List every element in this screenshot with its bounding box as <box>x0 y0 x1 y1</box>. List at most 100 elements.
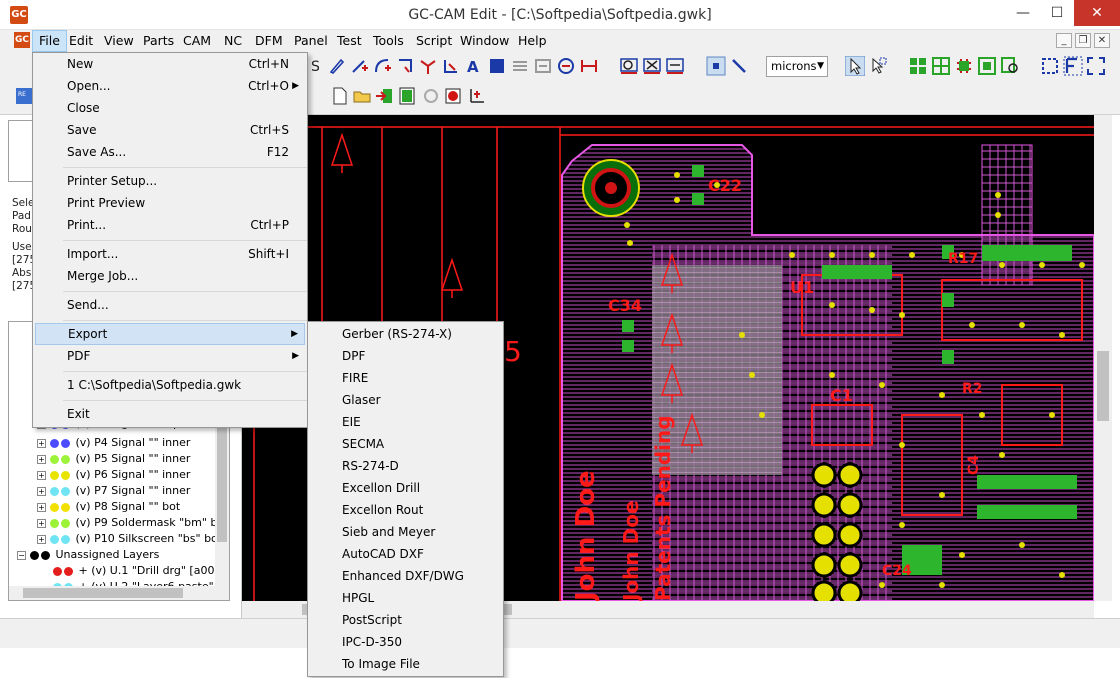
line-mode-icon[interactable] <box>729 56 749 76</box>
corner-icon[interactable] <box>441 56 461 76</box>
branch-icon[interactable] <box>418 56 438 76</box>
menu-script[interactable]: Script <box>410 30 458 52</box>
menu-edit[interactable]: Edit <box>63 30 99 52</box>
document-close-button[interactable]: ✕ <box>1094 33 1110 48</box>
export-item-sieb-meyer[interactable]: Sieb and Meyer <box>310 521 501 543</box>
zoom-previous-icon[interactable] <box>665 56 685 76</box>
minimize-button[interactable]: — <box>1006 0 1040 26</box>
select-pointer-icon[interactable] <box>845 56 865 76</box>
export-item-ipc-d-350[interactable]: IPC-D-350 <box>310 631 501 653</box>
expand-icon[interactable]: + <box>37 534 46 544</box>
pad-icon[interactable] <box>977 56 997 76</box>
export-item-gerber[interactable]: Gerber (RS-274-X) <box>310 323 501 345</box>
expand-icon[interactable]: + <box>37 518 46 528</box>
measure-icon[interactable] <box>579 56 599 76</box>
snap-grid-icon[interactable] <box>706 56 726 76</box>
menu-item-export[interactable]: Export ▶ <box>35 323 305 345</box>
stripes-icon[interactable] <box>510 56 530 76</box>
menu-item-send[interactable]: Send... <box>35 294 305 316</box>
export-item-image-file[interactable]: To Image File <box>310 653 501 675</box>
tree-row-layer[interactable]: + (v) P7 Signal "" inner <box>37 483 190 499</box>
export-item-postscript[interactable]: PostScript <box>310 609 501 631</box>
export-item-rs274d[interactable]: RS-274-D <box>310 455 501 477</box>
add-arc-icon[interactable] <box>373 56 393 76</box>
menu-dfm[interactable]: DFM <box>249 30 289 52</box>
menu-item-print[interactable]: Print... Ctrl+P <box>35 214 305 236</box>
export-item-enhanced-dxf[interactable]: Enhanced DXF/DWG <box>310 565 501 587</box>
menu-help[interactable]: Help <box>512 30 553 52</box>
tree-row-layer[interactable]: + (v) P8 Signal "" bot <box>37 499 180 515</box>
expand-icon[interactable]: + <box>37 438 46 448</box>
refresh-icon[interactable] <box>421 86 441 106</box>
export-item-excellon-drill[interactable]: Excellon Drill <box>310 477 501 499</box>
tree-row-layer[interactable]: + (v) P4 Signal "" inner <box>37 435 190 451</box>
expand-icon[interactable]: + <box>37 502 46 512</box>
query-icon[interactable] <box>1000 56 1020 76</box>
circle-cross-icon[interactable] <box>556 56 576 76</box>
import-icon[interactable] <box>374 86 394 106</box>
close-button[interactable]: ✕ <box>1074 0 1120 26</box>
tree-row-layer[interactable]: + (v) P9 Soldermask "bm" bot <box>37 515 228 531</box>
export-item-autocad-dxf[interactable]: AutoCAD DXF <box>310 543 501 565</box>
menu-item-import[interactable]: Import... Shift+I <box>35 243 305 265</box>
menu-file[interactable]: File <box>32 30 67 52</box>
board-icon[interactable] <box>397 86 417 106</box>
document-logo-icon[interactable]: GC <box>14 32 30 48</box>
tree-row-group[interactable]: − Unassigned Layers <box>17 547 159 563</box>
report-icon[interactable]: RE <box>14 86 34 106</box>
fill-icon[interactable] <box>487 56 507 76</box>
tree-horizontal-scrollbar[interactable] <box>9 586 217 600</box>
maximize-button[interactable]: ☐ <box>1040 0 1074 26</box>
fit-icon[interactable] <box>1063 56 1083 76</box>
export-item-excellon-rout[interactable]: Excellon Rout <box>310 499 501 521</box>
menu-window[interactable]: Window <box>454 30 515 52</box>
export-item-glaser[interactable]: Glaser <box>310 389 501 411</box>
menu-item-new[interactable]: New Ctrl+N <box>35 53 305 75</box>
tree-row-layer[interactable]: + (v) P5 Signal "" inner <box>37 451 190 467</box>
menu-panel[interactable]: Panel <box>288 30 334 52</box>
menu-item-open[interactable]: Open... Ctrl+O ▶ <box>35 75 305 97</box>
menu-item-save[interactable]: Save Ctrl+S <box>35 119 305 141</box>
document-minimize-button[interactable]: _ <box>1056 33 1072 48</box>
menu-item-print-preview[interactable]: Print Preview <box>35 192 305 214</box>
pattern-icon[interactable] <box>533 56 553 76</box>
snap-icon[interactable]: S <box>308 56 328 76</box>
menu-test[interactable]: Test <box>331 30 368 52</box>
export-item-eie[interactable]: EIE <box>310 411 501 433</box>
stop-icon[interactable] <box>443 86 463 106</box>
select-multi-icon[interactable] <box>868 56 888 76</box>
text-tool-icon[interactable]: A <box>464 56 484 76</box>
document-restore-button[interactable]: ❐ <box>1075 33 1091 48</box>
origin-icon[interactable] <box>467 86 487 106</box>
export-item-dpf[interactable]: DPF <box>310 345 501 367</box>
expand-icon[interactable]: + <box>37 454 46 464</box>
new-file-icon[interactable] <box>330 86 350 106</box>
tree-row-layer[interactable]: + (v) P10 Silkscreen "bs" bot <box>37 531 222 547</box>
export-item-secma[interactable]: SECMA <box>310 433 501 455</box>
expand-icon[interactable]: + <box>37 486 46 496</box>
expand-icon[interactable]: + <box>37 470 46 480</box>
zoom-extents-icon[interactable] <box>642 56 662 76</box>
collapse-icon[interactable]: − <box>17 550 26 560</box>
export-item-fire[interactable]: FIRE <box>310 367 501 389</box>
select-box-icon[interactable] <box>1040 56 1060 76</box>
menu-item-close[interactable]: Close <box>35 97 305 119</box>
menu-item-recent-file[interactable]: 1 C:\Softpedia\Softpedia.gwk <box>35 374 305 396</box>
menu-view[interactable]: View <box>98 30 140 52</box>
tree-row-layer[interactable]: + (v) P6 Signal "" inner <box>37 467 190 483</box>
component-icon[interactable] <box>954 56 974 76</box>
menu-item-save-as[interactable]: Save As... F12 <box>35 141 305 163</box>
menu-item-pdf[interactable]: PDF ▶ <box>35 345 305 367</box>
menu-parts[interactable]: Parts <box>137 30 180 52</box>
canvas-vertical-scrollbar[interactable] <box>1094 115 1112 601</box>
menu-item-exit[interactable]: Exit <box>35 403 305 425</box>
scroll-thumb[interactable] <box>1097 351 1109 421</box>
scroll-thumb[interactable] <box>23 588 183 598</box>
menu-item-merge-job[interactable]: Merge Job... <box>35 265 305 287</box>
tree-row-layer[interactable]: + (v) U.1 "Drill drg" [a001] <box>53 563 226 579</box>
menu-cam[interactable]: CAM <box>177 30 217 52</box>
units-select[interactable]: microns ▼ <box>766 56 828 77</box>
menu-tools[interactable]: Tools <box>367 30 410 52</box>
export-item-hpgl[interactable]: HPGL <box>310 587 501 609</box>
menu-item-printer-setup[interactable]: Printer Setup... <box>35 170 305 192</box>
